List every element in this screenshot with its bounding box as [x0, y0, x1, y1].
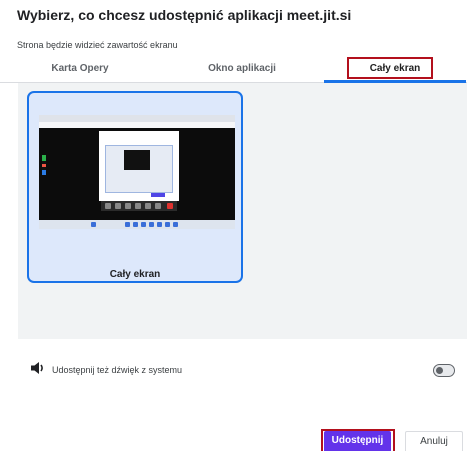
dialog-subtitle: Strona będzie widzieć zawartość ekranu — [17, 40, 178, 50]
speaker-icon — [30, 361, 46, 380]
system-audio-label: Udostępnij też dźwięk z systemu — [52, 365, 183, 375]
tab-opera-tab[interactable]: Karta Opery — [0, 59, 160, 82]
source-card-entire-screen[interactable]: Cały ekran — [27, 91, 243, 283]
source-card-label: Cały ekran — [109, 269, 161, 280]
tab-app-window[interactable]: Okno aplikacji — [160, 59, 324, 82]
system-audio-row: Udostępnij też dźwięk z systemu — [30, 361, 183, 380]
share-highlight-box — [321, 429, 395, 451]
system-audio-toggle[interactable] — [433, 364, 455, 377]
screen-thumbnail — [39, 115, 235, 229]
cancel-button[interactable]: Anuluj — [405, 431, 463, 451]
dialog-title: Wybierz, co chcesz udostępnić aplikacji … — [17, 7, 352, 23]
tab-highlight-box — [347, 57, 433, 79]
